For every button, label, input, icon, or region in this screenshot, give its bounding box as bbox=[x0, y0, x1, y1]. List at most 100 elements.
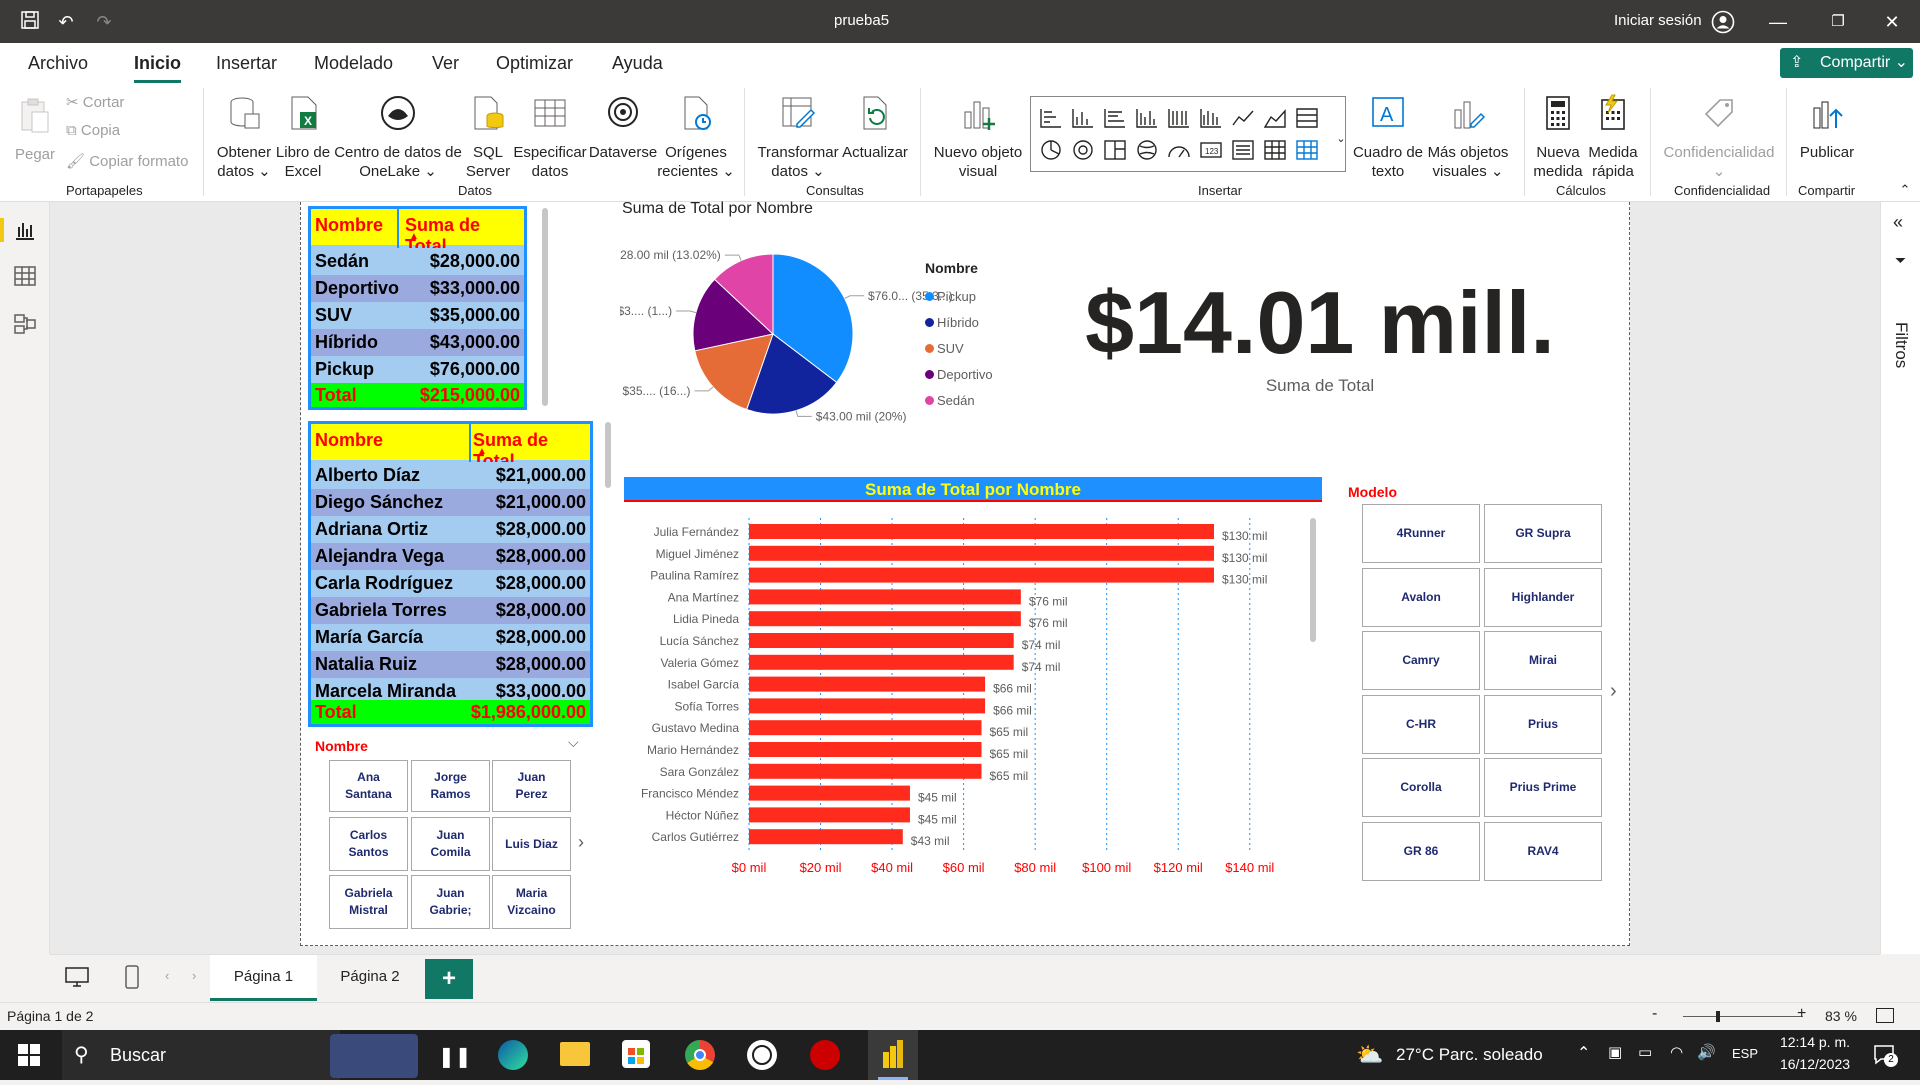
more-visuals-button[interactable]: Más objetos visuales ⌄ bbox=[1424, 94, 1512, 181]
transform-data-button[interactable]: Transformar datos ⌄ bbox=[754, 94, 842, 181]
onelake-button[interactable]: Centro de datos de OneLake ⌄ bbox=[332, 94, 464, 181]
whatsapp-icon[interactable] bbox=[747, 1040, 777, 1070]
redo-icon[interactable]: ↷ bbox=[92, 10, 116, 34]
publish-button[interactable]: Publicar bbox=[1794, 94, 1860, 162]
bar[interactable] bbox=[749, 720, 982, 736]
undo-icon[interactable]: ↶ bbox=[54, 10, 78, 34]
bar[interactable] bbox=[749, 524, 1214, 539]
zoom-slider-thumb[interactable] bbox=[1716, 1011, 1720, 1022]
save-icon[interactable] bbox=[18, 10, 42, 34]
table-row[interactable]: Alejandra Vega $28,000.00 bbox=[311, 543, 590, 570]
table-row[interactable]: Gabriela Torres $28,000.00 bbox=[311, 597, 590, 624]
slicer-item[interactable]: Camry bbox=[1362, 631, 1480, 690]
slicer-item[interactable]: Juan Gabrie; bbox=[411, 875, 490, 929]
table-row[interactable]: Alberto Díaz $21,000.00 bbox=[311, 462, 590, 489]
get-data-button[interactable]: Obtener datos ⌄ bbox=[212, 94, 276, 181]
slicer-item[interactable]: Gabriela Mistral bbox=[329, 875, 408, 929]
paste-button[interactable]: Pegar bbox=[14, 96, 56, 164]
app-icon-red[interactable] bbox=[810, 1040, 840, 1070]
table-visual-vendedores[interactable]: Nombre Suma de Total ▲ Alberto Díaz $21,0… bbox=[308, 421, 593, 727]
language-indicator[interactable]: ESP bbox=[1732, 1046, 1758, 1061]
slicer-item[interactable]: Corolla bbox=[1362, 758, 1480, 817]
cut-button[interactable]: ✂ Cortar bbox=[66, 93, 124, 111]
table-row[interactable]: Deportivo $33,000.00 bbox=[311, 275, 524, 302]
legend-item[interactable]: SUV bbox=[925, 336, 1025, 362]
signin-link[interactable]: Iniciar sesión bbox=[1614, 12, 1702, 29]
quick-measure-button[interactable]: Medida rápida bbox=[1584, 94, 1642, 181]
table-row[interactable]: María García $28,000.00 bbox=[311, 624, 590, 651]
slicer-item[interactable]: Highlander bbox=[1484, 567, 1602, 627]
tab-insertar[interactable]: Insertar bbox=[216, 53, 277, 74]
desktop-layout-icon[interactable] bbox=[64, 965, 90, 989]
slicer-item[interactable]: RAV4 bbox=[1484, 821, 1602, 881]
excel-button[interactable]: X Libro de Excel bbox=[272, 94, 334, 181]
task-view-icon[interactable]: ❚❚ bbox=[438, 1044, 472, 1069]
slicer-item[interactable]: GR 86 bbox=[1362, 821, 1480, 881]
refresh-button[interactable]: Actualizar bbox=[840, 94, 910, 162]
slicer-item[interactable]: Juan Comila bbox=[411, 817, 490, 871]
new-visual-button[interactable]: Nuevo objeto visual bbox=[928, 94, 1028, 181]
format-painter-button[interactable]: 🖌 Copiar formato bbox=[66, 152, 188, 170]
bar[interactable] bbox=[749, 742, 982, 757]
enter-data-button[interactable]: Especificar datos bbox=[512, 94, 588, 181]
tray-chevron-icon[interactable]: ⌃ bbox=[1577, 1043, 1590, 1063]
table-scrollbar[interactable] bbox=[542, 208, 548, 406]
battery-icon[interactable]: ▭ bbox=[1638, 1043, 1652, 1061]
column-header-nombre[interactable]: Nombre bbox=[315, 215, 383, 236]
table-scrollbar[interactable] bbox=[605, 422, 611, 488]
tab-ayuda[interactable]: Ayuda bbox=[612, 53, 663, 74]
wifi-icon[interactable]: ◠ bbox=[1670, 1043, 1683, 1061]
tab-modelado[interactable]: Modelado bbox=[314, 53, 393, 74]
bar-chart[interactable]: $0 mil $20 mil $40 mil $60 mil $80 mil $100 m… bbox=[624, 510, 1314, 880]
tab-inicio[interactable]: Inicio bbox=[134, 53, 182, 83]
next-page-icon[interactable]: › bbox=[192, 968, 196, 983]
fit-page-icon[interactable] bbox=[1876, 1008, 1894, 1023]
bar[interactable] bbox=[749, 611, 1021, 627]
sensitivity-button[interactable]: Confidencialidad ⌄ bbox=[1658, 94, 1780, 181]
table-row[interactable]: Marcela Miranda $33,000.00 bbox=[311, 678, 590, 700]
account-icon[interactable] bbox=[1711, 10, 1735, 34]
slicer-item[interactable]: Juan Perez bbox=[492, 760, 571, 812]
add-page-button[interactable]: + bbox=[425, 959, 473, 999]
table-row[interactable]: Natalia Ruiz $28,000.00 bbox=[311, 651, 590, 678]
slicer-item[interactable]: Mirai bbox=[1484, 631, 1602, 690]
slicer-next-icon[interactable]: › bbox=[578, 832, 584, 853]
collapse-ribbon-icon[interactable]: ⌃ bbox=[1898, 180, 1912, 199]
prev-page-icon[interactable]: ‹ bbox=[165, 968, 169, 983]
sort-desc-icon[interactable]: ▲ bbox=[477, 446, 487, 457]
sql-button[interactable]: SQL Server bbox=[464, 94, 512, 181]
table-row[interactable]: SUV $35,000.00 bbox=[311, 302, 524, 329]
legend-item[interactable]: Deportivo bbox=[925, 362, 1025, 388]
slicer-item[interactable]: Prius bbox=[1484, 694, 1602, 754]
tab-archivo[interactable]: Archivo bbox=[28, 53, 88, 74]
clock-time[interactable]: 12:14 p. m. bbox=[1776, 1034, 1854, 1050]
store-icon[interactable] bbox=[622, 1040, 650, 1068]
page-tab-1[interactable]: Página 1 bbox=[210, 955, 317, 1001]
meet-icon[interactable]: ▣ bbox=[1608, 1043, 1622, 1061]
share-button[interactable]: ⇪ Compartir ⌄ bbox=[1780, 48, 1913, 78]
slicer-item[interactable]: Maria Vizcaino bbox=[492, 875, 571, 929]
weather-text[interactable]: 27°C Parc. soleado bbox=[1396, 1045, 1543, 1065]
slicer-item[interactable]: Luis Diaz bbox=[492, 817, 571, 871]
slicer-item[interactable]: Prius Prime bbox=[1484, 758, 1602, 817]
table-visual-categorias[interactable]: Nombre Suma de Total ▲ Sedán $28,000.00 D… bbox=[308, 206, 527, 410]
bar[interactable] bbox=[749, 567, 1214, 583]
slicer-item[interactable]: GR Supra bbox=[1484, 504, 1602, 563]
bar[interactable] bbox=[749, 633, 1014, 648]
slicer-dropdown-icon[interactable]: ⌵ bbox=[568, 734, 579, 751]
legend-item[interactable]: Pickup bbox=[925, 284, 1025, 310]
table-row[interactable]: Pickup $76,000.00 bbox=[311, 356, 524, 383]
notification-icon[interactable]: 2 bbox=[1872, 1042, 1898, 1067]
expand-pane-icon[interactable]: « bbox=[1893, 212, 1903, 233]
tab-optimizar[interactable]: Optimizar bbox=[496, 53, 573, 74]
table-view-icon[interactable] bbox=[13, 264, 37, 288]
minimize-icon[interactable]: — bbox=[1766, 10, 1790, 34]
volume-icon[interactable]: 🔊 bbox=[1697, 1043, 1716, 1061]
file-explorer-icon[interactable] bbox=[560, 1042, 590, 1066]
zoom-slider[interactable] bbox=[1683, 1016, 1803, 1017]
tab-ver[interactable]: Ver bbox=[432, 53, 459, 74]
bar[interactable] bbox=[749, 589, 1021, 605]
taskbar-search-box[interactable]: ⚲ Buscar bbox=[62, 1030, 340, 1080]
slicer-item[interactable]: Carlos Santos bbox=[329, 817, 408, 871]
chrome-icon[interactable] bbox=[685, 1040, 715, 1070]
